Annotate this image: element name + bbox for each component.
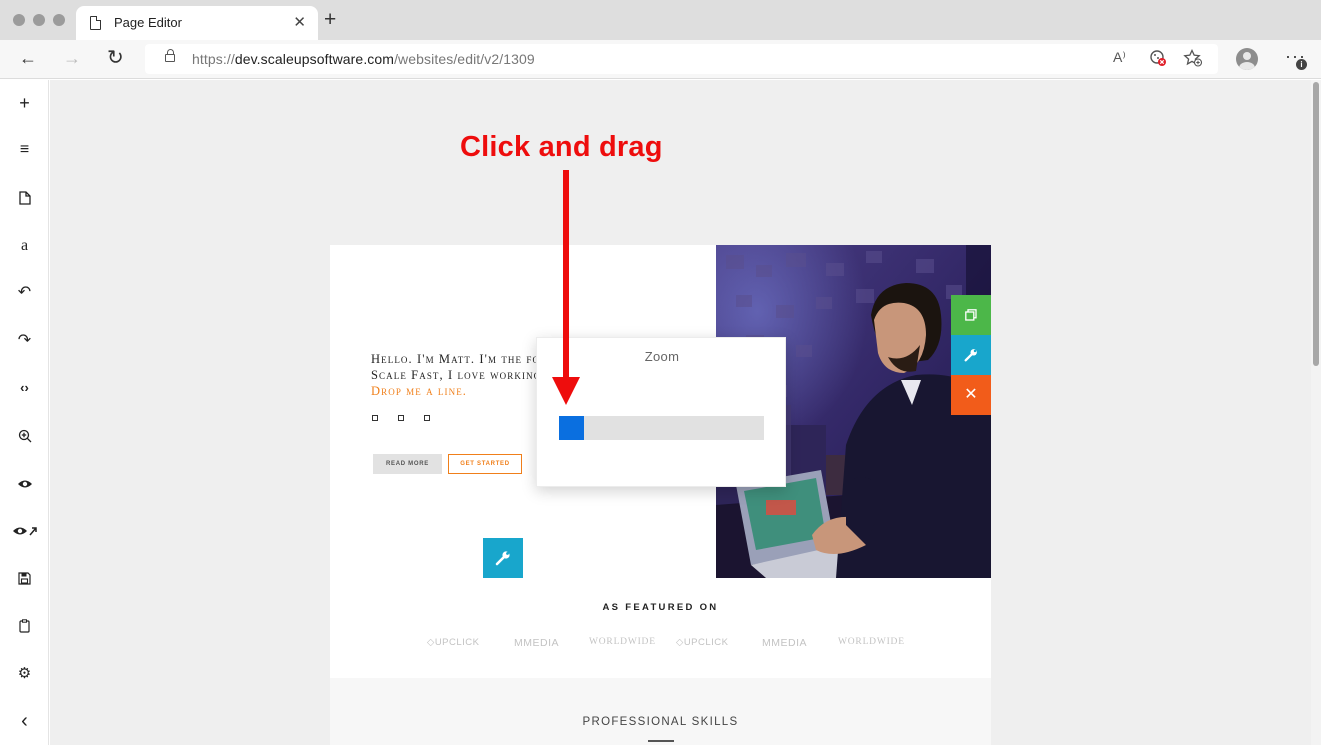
intro-line-2: Scale Fast, I love working — [371, 368, 542, 382]
add-element-button[interactable]: + — [0, 93, 49, 113]
copy-icon — [965, 309, 977, 321]
save-button[interactable] — [0, 569, 49, 590]
social-icon[interactable] — [424, 415, 430, 421]
editor-canvas: Hello. I'm Matt. I'm the fou Scale Fast,… — [50, 80, 1311, 745]
drop-me-a-line-link[interactable]: Drop me a line. — [371, 383, 548, 399]
forward-button[interactable]: → — [63, 47, 81, 69]
minimize-window-button[interactable] — [33, 14, 45, 26]
annotation-arrow — [563, 170, 569, 382]
annotation-arrow-head — [552, 377, 580, 405]
preview-external-button[interactable] — [0, 521, 49, 542]
section-settings-button[interactable] — [483, 538, 523, 578]
wrench-icon — [495, 550, 511, 566]
zoom-slider-fill[interactable] — [559, 416, 584, 440]
undo-button[interactable]: ↶ — [0, 283, 49, 303]
skills-section[interactable]: PROFESSIONAL SKILLS — [330, 678, 991, 745]
settings-button[interactable]: ⚙ — [0, 664, 49, 684]
maximize-window-button[interactable] — [53, 14, 65, 26]
collapse-sidebar-button[interactable]: ‹ — [0, 711, 49, 731]
website-page: Hello. I'm Matt. I'm the fou Scale Fast,… — [330, 245, 991, 745]
delete-section-button[interactable]: ✕ — [951, 375, 991, 415]
social-icon[interactable] — [372, 415, 378, 421]
skills-divider — [648, 740, 674, 742]
social-icon[interactable] — [398, 415, 404, 421]
annotation-label: Click and drag — [460, 131, 663, 163]
url-text: https://dev.scaleupsoftware.com/websites… — [192, 51, 535, 67]
back-button[interactable]: ← — [19, 47, 37, 69]
tab-title: Page Editor — [114, 15, 182, 30]
tracking-prevention-icon[interactable] — [1149, 49, 1167, 71]
browser-toolbar: ← → ↻ https://dev.scaleupsoftware.com/we… — [0, 40, 1321, 79]
page-scrollbar[interactable] — [1311, 80, 1321, 745]
zoom-button[interactable] — [0, 426, 49, 448]
address-bar[interactable]: https://dev.scaleupsoftware.com/websites… — [145, 44, 1218, 74]
logo-upclick: ◇UPCLICK — [676, 637, 729, 648]
profile-avatar[interactable] — [1236, 48, 1258, 70]
favorites-icon[interactable] — [1183, 48, 1203, 71]
zoom-popover: Zoom — [536, 337, 786, 487]
edit-section-button[interactable] — [951, 335, 991, 375]
update-badge: i — [1296, 59, 1307, 70]
get-started-button[interactable]: GET STARTED — [448, 454, 522, 474]
page-icon — [90, 16, 101, 30]
wrench-icon — [964, 349, 977, 362]
logo-mmedia: MMEDIA — [762, 637, 807, 649]
skills-heading: PROFESSIONAL SKILLS — [582, 716, 739, 728]
logo-mmedia: MMEDIA — [514, 637, 559, 649]
layers-button[interactable]: ≡ — [0, 140, 49, 160]
scrollbar-thumb[interactable] — [1313, 82, 1319, 366]
duplicate-section-button[interactable] — [951, 295, 991, 335]
pages-button[interactable] — [0, 188, 49, 210]
logo-upclick: ◇UPCLICK — [427, 637, 480, 648]
zoom-slider[interactable] — [559, 416, 764, 440]
logo-worldwide: WORLDWIDE — [589, 637, 656, 647]
reload-button[interactable]: ↻ — [107, 47, 124, 69]
browser-titlebar: Page Editor ✕ + — [0, 0, 1321, 40]
featured-logos: ◇UPCLICK MMEDIA WORLDWIDE ◇UPCLICK MMEDI… — [330, 637, 991, 653]
intro-line-1: Hello. I'm Matt. I'm the fou — [371, 352, 548, 366]
featured-heading: AS FEATURED ON — [602, 602, 719, 613]
intro-text[interactable]: Hello. I'm Matt. I'm the fou Scale Fast,… — [371, 351, 548, 399]
read-more-button[interactable]: READ MORE — [373, 454, 442, 474]
typography-button[interactable]: a — [0, 236, 49, 256]
logo-worldwide: WORLDWIDE — [838, 637, 905, 647]
clipboard-button[interactable] — [0, 616, 49, 638]
close-window-button[interactable] — [13, 14, 25, 26]
redo-button[interactable]: ↷ — [0, 331, 49, 351]
lock-icon — [165, 49, 175, 62]
new-tab-button[interactable]: + — [324, 9, 336, 31]
zoom-title: Zoom — [644, 349, 680, 364]
code-button[interactable]: ‹› — [0, 378, 49, 398]
browser-tab[interactable]: Page Editor ✕ — [76, 6, 318, 40]
preview-button[interactable] — [0, 474, 49, 495]
read-aloud-icon[interactable]: A⁾ — [1113, 49, 1126, 66]
close-tab-icon[interactable]: ✕ — [293, 13, 306, 31]
editor-sidebar: + ≡ a ↶ ↷ ‹› ⚙ ‹ — [0, 80, 49, 745]
